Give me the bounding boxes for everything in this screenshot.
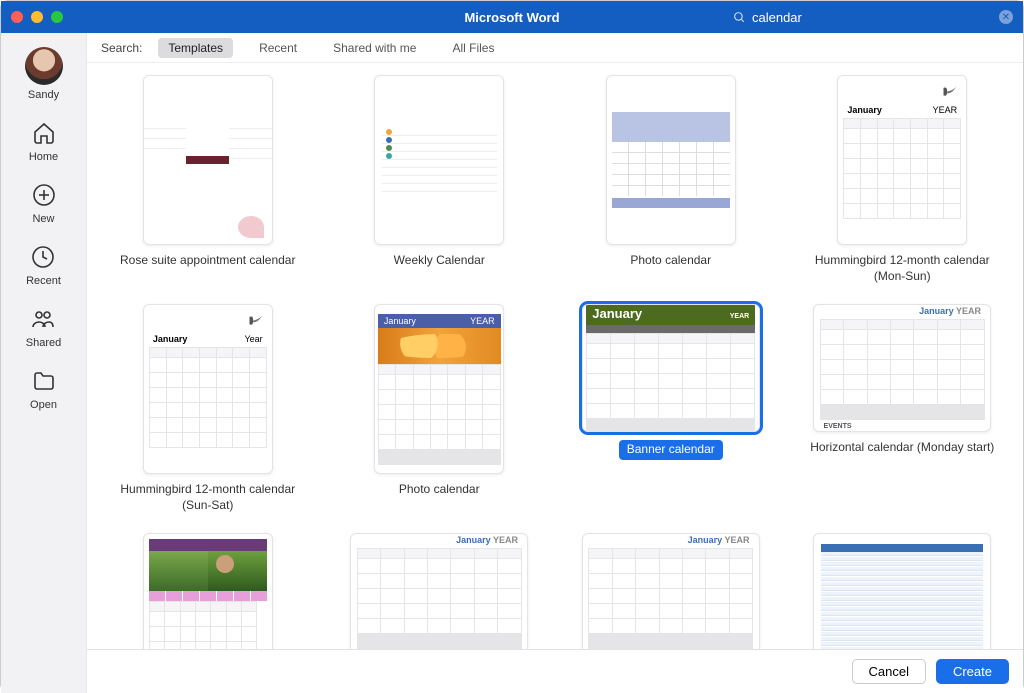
folder-icon: [30, 367, 58, 395]
template-title: Hummingbird 12-month calendar (Sun-Sat): [108, 482, 308, 513]
template-card[interactable]: January YEAREVENTS Horizontal calendar (…: [329, 533, 551, 649]
sidebar: Sandy Home New Recent Shared Open: [1, 33, 87, 693]
sidebar-item-label: Shared: [26, 337, 61, 349]
sidebar-user-label: Sandy: [28, 89, 59, 101]
filter-bar: Search: Templates Recent Shared with me …: [87, 33, 1023, 63]
template-card[interactable]: January YEAREVENTS Horizontal calendar (…: [560, 533, 782, 649]
template-title: Horizontal calendar (Monday start): [810, 440, 994, 456]
sidebar-item-new[interactable]: New: [30, 181, 58, 225]
plus-circle-icon: [30, 181, 58, 209]
template-card[interactable]: JanuaryYEAR Photo calendar: [329, 304, 551, 513]
close-window-button[interactable]: [11, 11, 23, 23]
template-gallery: Rose suite appointment calendar Weekly C…: [87, 63, 1023, 649]
template-title: Weekly Calendar: [394, 253, 485, 269]
template-thumbnail[interactable]: JanuaryYEAR: [143, 533, 273, 649]
clear-search-button[interactable]: ✕: [999, 10, 1013, 24]
template-card[interactable]: Rose suite appointment calendar: [97, 75, 319, 284]
search-input[interactable]: [752, 10, 993, 25]
template-thumbnail[interactable]: January YEAREVENTS: [813, 304, 991, 432]
filter-tab-allfiles[interactable]: All Files: [442, 38, 504, 58]
sidebar-item-open[interactable]: Open: [30, 367, 58, 411]
fullscreen-window-button[interactable]: [51, 11, 63, 23]
template-thumbnail[interactable]: JanuaryYear: [143, 304, 273, 474]
template-thumbnail[interactable]: [606, 75, 736, 245]
filter-tab-shared[interactable]: Shared with me: [323, 38, 426, 58]
template-card[interactable]: Fiscal year calendar with room for notes: [792, 533, 1014, 649]
people-icon: [29, 305, 57, 333]
filter-label: Search:: [101, 41, 142, 55]
window-controls: [11, 11, 63, 23]
sidebar-item-label: Recent: [26, 275, 61, 287]
avatar: [25, 47, 63, 85]
template-title: Photo calendar: [399, 482, 480, 498]
search-field[interactable]: ✕: [733, 10, 1013, 25]
template-card[interactable]: January YEAREVENTS Horizontal calendar (…: [792, 304, 1014, 513]
create-button[interactable]: Create: [936, 659, 1009, 684]
template-card[interactable]: Weekly Calendar: [329, 75, 551, 284]
cancel-button[interactable]: Cancel: [852, 659, 926, 684]
clock-icon: [29, 243, 57, 271]
titlebar: Microsoft Word ✕: [1, 1, 1023, 33]
sidebar-user[interactable]: Sandy: [25, 47, 63, 101]
sidebar-item-shared[interactable]: Shared: [26, 305, 61, 349]
sidebar-item-home[interactable]: Home: [29, 119, 58, 163]
template-thumbnail[interactable]: [143, 75, 273, 245]
search-icon: [733, 11, 746, 24]
template-title: Photo calendar: [630, 253, 711, 269]
template-title: Banner calendar: [619, 440, 723, 460]
home-icon: [30, 119, 58, 147]
template-thumbnail[interactable]: JanuaryYEAR: [582, 304, 760, 432]
sidebar-item-label: Open: [30, 399, 57, 411]
template-thumbnail[interactable]: [374, 75, 504, 245]
footer: Cancel Create: [87, 649, 1023, 693]
template-thumbnail[interactable]: January YEAREVENTS: [350, 533, 528, 649]
template-title: Hummingbird 12-month calendar (Mon-Sun): [802, 253, 1002, 284]
template-card[interactable]: JanuaryYEAR Banner calendar: [560, 304, 782, 513]
template-card[interactable]: Photo calendar: [560, 75, 782, 284]
template-card[interactable]: JanuaryYEAR Event calendar: [97, 533, 319, 649]
minimize-window-button[interactable]: [31, 11, 43, 23]
filter-tab-templates[interactable]: Templates: [158, 38, 233, 58]
sidebar-item-recent[interactable]: Recent: [26, 243, 61, 287]
sidebar-item-label: New: [32, 213, 54, 225]
template-title: Rose suite appointment calendar: [120, 253, 295, 269]
template-thumbnail[interactable]: JanuaryYEAR: [837, 75, 967, 245]
template-card[interactable]: JanuaryYEAR Hummingbird 12-month calenda…: [792, 75, 1014, 284]
sidebar-item-label: Home: [29, 151, 58, 163]
template-thumbnail[interactable]: JanuaryYEAR: [374, 304, 504, 474]
filter-tab-recent[interactable]: Recent: [249, 38, 307, 58]
template-thumbnail[interactable]: January YEAREVENTS: [582, 533, 760, 649]
template-card[interactable]: JanuaryYear Hummingbird 12-month calenda…: [97, 304, 319, 513]
template-thumbnail[interactable]: [813, 533, 991, 649]
app-title: Microsoft Word: [464, 10, 559, 25]
